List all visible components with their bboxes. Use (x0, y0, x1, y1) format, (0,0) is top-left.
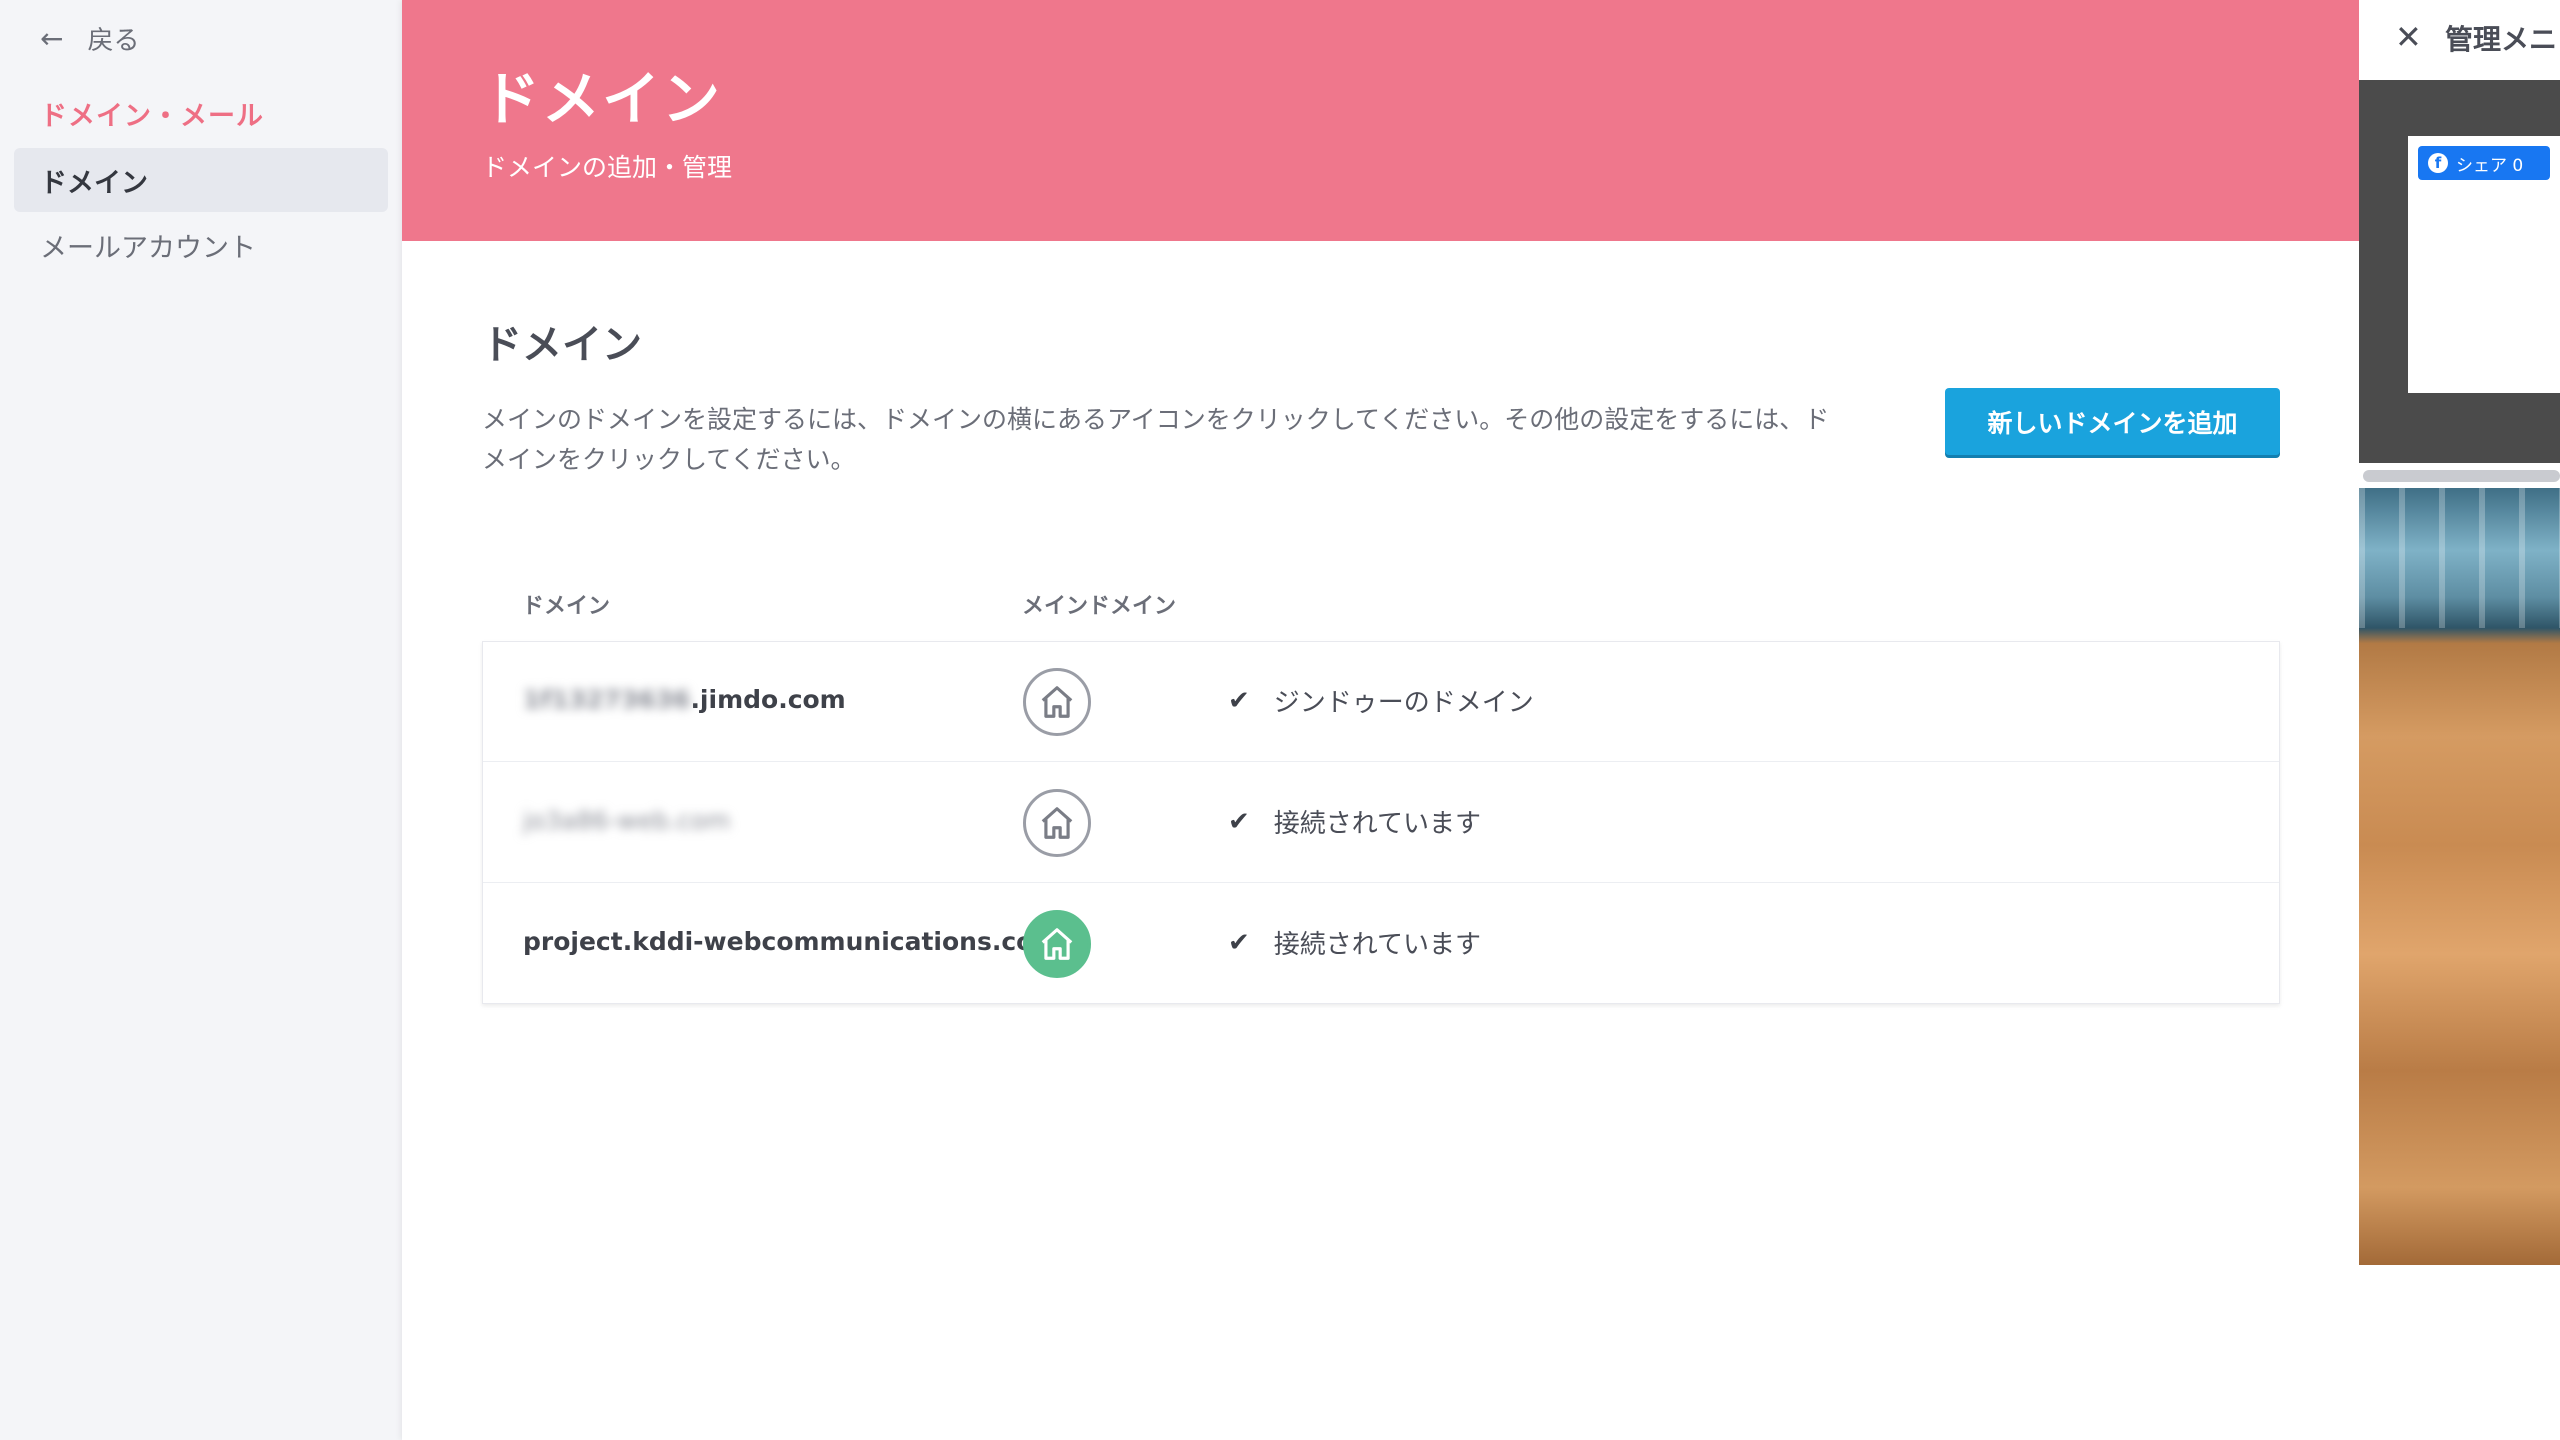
domain-name: project.kddi-webcommunications.co.jp (523, 927, 1070, 956)
domain-name: jo3a86-web.com (523, 806, 730, 835)
table-row[interactable]: 1f13273636.jimdo.com ✔ ジンドゥーのドメイン (483, 642, 2279, 762)
sidebar-item-mail-account[interactable]: メールアカウント (14, 213, 388, 277)
preview-scrollbar[interactable] (2363, 470, 2560, 482)
home-icon (1041, 686, 1073, 718)
facebook-icon: f (2428, 153, 2448, 173)
share-label: シェア 0 (2456, 155, 2524, 176)
facebook-share-button[interactable]: f シェア 0 (2418, 146, 2550, 180)
domain-status: ✔ ジンドゥーのドメイン (1228, 682, 1534, 719)
preview-title: 管理メニュー (2445, 23, 2560, 56)
domain-status: ✔ 接続されています (1228, 924, 1481, 961)
set-main-domain-button[interactable] (1023, 668, 1091, 736)
section-description: メインのドメインを設定するには、ドメインの横にあるアイコンをクリックしてください… (482, 405, 1830, 474)
domain-table: 1f13273636.jimdo.com ✔ ジンドゥーのドメイン jo3a86… (482, 641, 2280, 1004)
domain-name: 1f13273636.jimdo.com (523, 685, 846, 714)
set-main-domain-button[interactable] (1023, 789, 1091, 857)
status-label: 接続されています (1273, 809, 1482, 839)
section-heading: ドメイン (482, 322, 642, 368)
main-domain-indicator[interactable] (1023, 910, 1091, 978)
home-icon (1041, 928, 1073, 960)
check-icon: ✔ (1228, 806, 1250, 837)
home-icon (1041, 807, 1073, 839)
preview-page: f シェア 0 (2408, 136, 2560, 393)
main-panel: ドメイン ドメインの追加・管理 ドメイン メインのドメインを設定するには、ドメイ… (402, 0, 2359, 1440)
site-preview-pane: ✕ 管理メニュー f シェア 0 (2359, 0, 2560, 1440)
arrow-left-icon: ← (40, 21, 64, 55)
column-header-domain: ドメイン (522, 594, 611, 619)
check-icon: ✔ (1228, 685, 1250, 716)
domain-prefix-blurred: 1f13273636 (523, 685, 691, 714)
preview-frame: f シェア 0 (2359, 80, 2560, 463)
preview-photo (2359, 488, 2560, 1265)
back-label: 戻る (87, 25, 140, 56)
domain-suffix: .jimdo.com (690, 685, 846, 714)
table-row[interactable]: jo3a86-web.com ✔ 接続されています (483, 763, 2279, 883)
back-link[interactable]: ← 戻る (40, 18, 139, 58)
column-header-main-domain: メインドメイン (1022, 594, 1177, 619)
status-label: 接続されています (1273, 930, 1482, 960)
page-header: ドメイン ドメインの追加・管理 (402, 0, 2359, 241)
close-icon[interactable]: ✕ (2395, 18, 2422, 56)
status-label: ジンドゥーのドメイン (1273, 688, 1534, 718)
sidebar: ← 戻る ドメイン・メール ドメイン メールアカウント (0, 0, 401, 1440)
sidebar-item-domain[interactable]: ドメイン (14, 148, 388, 212)
sidebar-section-title: ドメイン・メール (40, 101, 264, 132)
domain-status: ✔ 接続されています (1228, 803, 1481, 840)
sidebar-item-label: メールアカウント (40, 232, 256, 264)
check-icon: ✔ (1228, 927, 1250, 958)
sidebar-item-label: ドメイン (40, 167, 148, 199)
table-row[interactable]: project.kddi-webcommunications.co.jp ✔ 接… (483, 884, 2279, 1004)
domain-name-blurred: jo3a86-web.com (523, 806, 731, 835)
page-title: ドメイン (482, 65, 723, 133)
photo-window-stripes (2359, 488, 2560, 628)
add-domain-button[interactable]: 新しいドメインを追加 (1945, 388, 2280, 455)
page-subtitle: ドメインの追加・管理 (482, 153, 733, 182)
